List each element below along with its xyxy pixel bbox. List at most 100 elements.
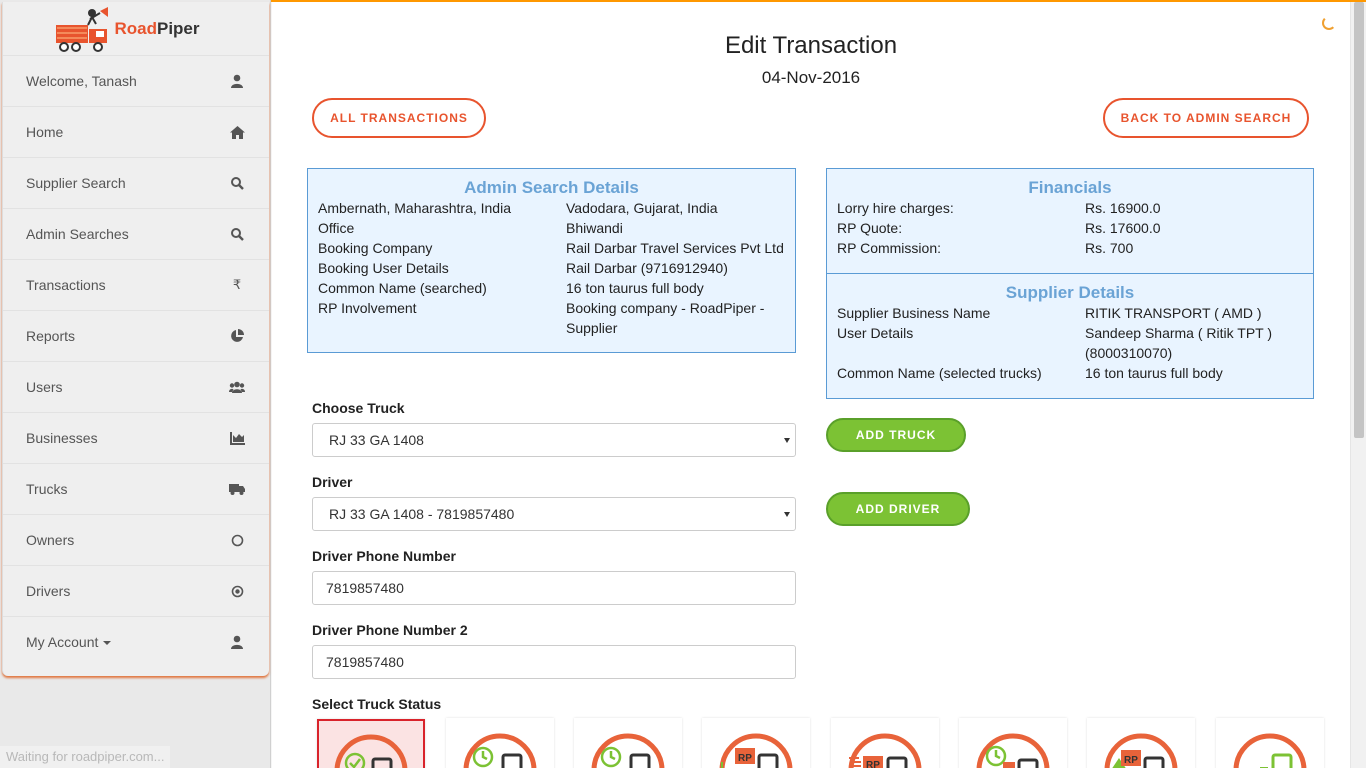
detail-label: Lorry hire charges: [837, 200, 954, 216]
detail-label: RP Involvement [318, 300, 417, 316]
driver-label: Driver [312, 474, 353, 490]
status-option-confirmed[interactable] [317, 719, 425, 768]
rupee-icon: ₹ [232, 277, 242, 292]
sidebar-item-label: Supplier Search [26, 175, 126, 191]
detail-label: Booking Company [318, 240, 433, 256]
main-content: Edit Transaction 04-Nov-2016 ALL TRANSAC… [272, 2, 1350, 768]
logo-text-piper: Piper [156, 18, 200, 38]
add-truck-button[interactable]: ADD TRUCK [826, 418, 966, 452]
driver-value: RJ 33 GA 1408 - 7819857480 [329, 506, 515, 522]
financials-heading: Financials [1028, 178, 1112, 197]
rp-badge-text: RP [1124, 755, 1138, 766]
choose-truck-value: RJ 33 GA 1408 [329, 432, 424, 448]
sidebar-item-businesses[interactable]: Businesses [3, 412, 269, 463]
search-icon [229, 175, 245, 191]
driver-phone-2-label: Driver Phone Number 2 [312, 622, 468, 638]
driver-phone-2-input[interactable]: 7819857480 [312, 645, 796, 679]
financials-panel: Financials Lorry hire charges: Rs. 16900.… [826, 168, 1314, 274]
rp-badge-text: RP [866, 760, 880, 768]
detail-label: Common Name (searched) [318, 280, 487, 296]
status-option-rp-delivered[interactable]: RP [1087, 718, 1195, 768]
status-option-completed[interactable] [1216, 718, 1324, 768]
sidebar-item-supplier-search[interactable]: Supplier Search [3, 157, 269, 208]
dot-circle-icon [229, 583, 245, 599]
sidebar-item-home[interactable]: Home [3, 106, 269, 157]
roadpiper-logo[interactable]: RoadPiper [3, 2, 269, 55]
sidebar-item-label: Owners [26, 532, 75, 548]
confirmed-status-icon [334, 734, 408, 768]
back-to-admin-search-button[interactable]: BACK TO ADMIN SEARCH [1103, 98, 1309, 138]
sidebar-item-trucks[interactable]: Trucks [3, 463, 269, 514]
sidebar-item-reports[interactable]: Reports [3, 310, 269, 361]
sidebar-nav: RoadPiper Welcome, Tanash Home Supplier … [2, 2, 269, 676]
detail-label: Booking User Details [318, 260, 449, 276]
sidebar-item-users[interactable]: Users [3, 361, 269, 412]
status-option-delayed[interactable] [959, 718, 1067, 768]
driver-select[interactable]: RJ 33 GA 1408 - 7819857480 [312, 497, 796, 531]
detail-label: Office [318, 220, 355, 236]
driver-phone-input[interactable]: 7819857480 [312, 571, 796, 605]
sidebar-item-label-wrap: My Account [26, 634, 112, 650]
sidebar-item-welcome[interactable]: Welcome, Tanash [3, 55, 269, 106]
status-option-rp-in-transit[interactable]: RP [831, 718, 939, 768]
users-icon [229, 379, 245, 395]
detail-value: 16 ton taurus full body [1085, 365, 1223, 381]
detail-label: RP Commission: [837, 240, 941, 256]
logo-text-road: Road [114, 18, 157, 38]
bar-chart-icon [229, 430, 245, 446]
logo-text: RoadPiper [114, 19, 199, 39]
detail-value: RITIK TRANSPORT ( AMD ) [1085, 305, 1262, 321]
detail-value: Rail Darbar (9716912940) [566, 260, 728, 276]
search-icon [229, 226, 245, 242]
sidebar-item-label: Admin Searches [26, 226, 129, 242]
sidebar-item-label: Transactions [26, 277, 106, 293]
sidebar-item-label: Users [26, 379, 63, 395]
detail-label: User Details [837, 325, 914, 341]
delayed-status-icon [976, 733, 1050, 768]
rp-in-transit-status-icon: RP [848, 733, 922, 768]
sidebar-item-label: Reports [26, 328, 76, 344]
page-scrollbar[interactable] [1350, 2, 1366, 768]
admin-search-heading: Admin Search Details [464, 178, 639, 197]
waiting-status-icon [463, 733, 537, 768]
transaction-date: 04-Nov-2016 [761, 68, 861, 87]
select-arrow-icon [784, 438, 790, 443]
status-option-waiting[interactable] [446, 718, 554, 768]
status-option-waiting-alt[interactable] [574, 718, 682, 768]
sidebar-item-transactions[interactable]: Transactions ₹ [3, 259, 269, 310]
status-option-rp-loading[interactable]: RP [702, 718, 810, 768]
user-icon [229, 634, 245, 650]
supplier-details-list: Supplier Business Name RITIK TRANSPORT ( … [827, 303, 1313, 383]
loading-spinner-icon [1322, 16, 1336, 30]
add-driver-button[interactable]: ADD DRIVER [826, 492, 970, 526]
sidebar-item-admin-searches[interactable]: Admin Searches [3, 208, 269, 259]
user-icon [229, 73, 245, 89]
detail-value: Rs. 700 [1085, 240, 1134, 256]
sidebar-item-drivers[interactable]: Drivers [3, 565, 269, 616]
sidebar-item-owners[interactable]: Owners [3, 514, 269, 565]
sidebar-item-label: Home [26, 124, 64, 140]
detail-label: RP Quote: [837, 220, 903, 236]
detail-value: Rs. 17600.0 [1085, 220, 1161, 236]
detail-value: Booking company - RoadPiper - Supplier [566, 300, 765, 336]
detail-value: Rail Darbar Travel Services Pvt Ltd [566, 240, 784, 256]
sidebar-item-my-account[interactable]: My Account [3, 616, 269, 667]
financials-list: Lorry hire charges: Rs. 16900.0 RP Quote:… [827, 198, 1313, 258]
detail-label: Ambernath, Maharashtra, India [318, 200, 511, 216]
truck-logo-icon [56, 6, 109, 52]
sidebar-item-label: Trucks [26, 481, 68, 497]
detail-value: 16 ton taurus full body [566, 280, 704, 296]
detail-value: Bhiwandi [566, 220, 623, 236]
browser-status-bar: Waiting for roadpiper.com... [0, 746, 171, 768]
admin-search-details-list: Ambernath, Maharashtra, India Vadodara, G… [308, 198, 795, 338]
supplier-heading: Supplier Details [1005, 283, 1135, 302]
home-icon [229, 124, 245, 140]
choose-truck-select[interactable]: RJ 33 GA 1408 [312, 423, 796, 457]
detail-value: Sandeep Sharma ( Ritik TPT ) (8000310070… [1085, 325, 1273, 361]
all-transactions-button[interactable]: ALL TRANSACTIONS [312, 98, 486, 138]
page-title: Edit Transaction [724, 32, 898, 59]
driver-phone-label: Driver Phone Number [312, 548, 456, 564]
completed-status-icon [1233, 733, 1307, 768]
scrollbar-thumb[interactable] [1354, 2, 1364, 438]
waiting-alt-status-icon [591, 733, 665, 768]
